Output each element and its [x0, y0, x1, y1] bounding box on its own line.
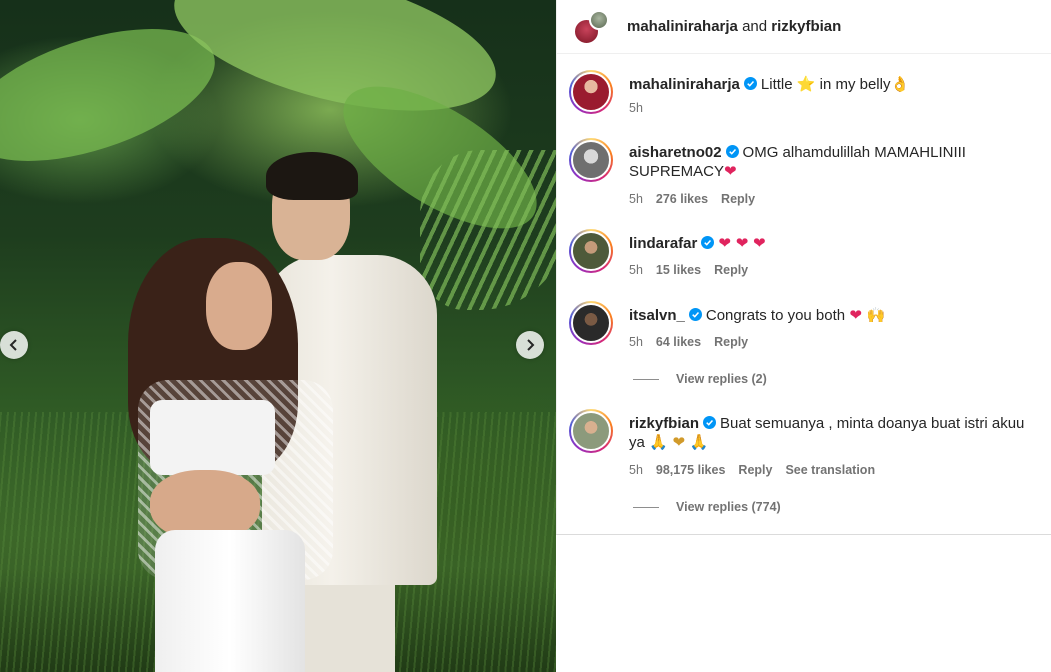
reply-button[interactable]: Reply: [738, 463, 772, 477]
pray-heart-emoji: 🙏 ❤ 🙏: [649, 433, 709, 451]
comment-meta: 5h 64 likes Reply: [629, 335, 748, 349]
reply-button[interactable]: Reply: [714, 263, 748, 277]
view-replies-button[interactable]: View replies (2): [633, 372, 767, 386]
post-header: mahaliniraharja and rizkyfbian: [557, 0, 1051, 54]
avatar[interactable]: [569, 409, 613, 453]
comment-text: lindarafar ❤ ❤ ❤: [629, 234, 1044, 253]
avatar[interactable]: [569, 229, 613, 273]
view-replies-label: View replies (774): [676, 500, 781, 514]
reply-button[interactable]: Reply: [714, 335, 748, 349]
comment-content: in my belly: [819, 76, 891, 93]
comment-text: rizkyfbian Buat semuanya , minta doanya b…: [629, 414, 1044, 452]
comment-username[interactable]: mahaliniraharja: [629, 76, 740, 93]
comment-text: itsalvn_ Congrats to you both ❤ 🙌: [629, 306, 1044, 325]
comment-content: Congrats to you both: [705, 307, 846, 324]
comment-username[interactable]: rizkyfbian: [629, 415, 699, 432]
verified-badge-icon: [725, 145, 739, 158]
woman-white-top: [150, 400, 275, 475]
comment-content: Little: [760, 76, 793, 93]
post-photo[interactable]: [0, 0, 556, 672]
comment-meta: 5h 98,175 likes Reply See translation: [629, 463, 875, 477]
star-emoji: ⭐: [796, 75, 816, 93]
comment-likes[interactable]: 15 likes: [656, 263, 701, 277]
avatar[interactable]: [589, 9, 609, 30]
verified-badge-icon: [703, 416, 717, 429]
ok-hand-emoji: 👌: [890, 75, 910, 93]
carousel-prev-button[interactable]: [0, 331, 28, 359]
comment-time[interactable]: 5h: [629, 192, 643, 206]
comment-time[interactable]: 5h: [629, 101, 643, 115]
reply-button[interactable]: Reply: [721, 192, 755, 206]
comment-username[interactable]: itsalvn_: [629, 307, 685, 324]
author-username[interactable]: rizkyfbian: [771, 18, 841, 35]
heart-emoji: ❤: [724, 162, 737, 180]
woman-face: [206, 262, 272, 350]
comment-time[interactable]: 5h: [629, 335, 643, 349]
panel-footer-area: [556, 534, 1051, 672]
verified-badge-icon: [688, 308, 702, 321]
comments-panel: mahaliniraharja and rizkyfbian mahalinir…: [556, 0, 1051, 534]
comment-likes[interactable]: 276 likes: [656, 192, 708, 206]
man-trousers: [290, 570, 395, 672]
chevron-left-icon: [9, 339, 17, 351]
author-username[interactable]: mahaliniraharja: [627, 18, 738, 35]
comment-time[interactable]: 5h: [629, 263, 643, 277]
comment-meta: 5h 276 likes Reply: [629, 192, 755, 206]
comment-likes[interactable]: 98,175 likes: [656, 463, 726, 477]
verified-badge-icon: [701, 236, 715, 249]
carousel-next-button[interactable]: [516, 331, 544, 359]
man-hair: [266, 152, 358, 200]
comment-meta: 5h: [629, 101, 643, 115]
view-replies-label: View replies (2): [676, 372, 767, 386]
see-translation-button[interactable]: See translation: [785, 463, 875, 477]
avatar[interactable]: [569, 138, 613, 182]
post-authors: mahaliniraharja and rizkyfbian: [627, 18, 841, 35]
verified-badge-icon: [743, 77, 757, 90]
comment-likes[interactable]: 64 likes: [656, 335, 701, 349]
avatar[interactable]: [569, 70, 613, 114]
collab-avatars[interactable]: [571, 6, 613, 48]
chevron-right-icon: [527, 339, 535, 351]
avatar[interactable]: [569, 301, 613, 345]
heart-emoji: ❤ ❤ ❤: [718, 234, 766, 252]
comment-text: mahaliniraharja Little ⭐ in my belly👌: [629, 75, 1044, 94]
comment-time[interactable]: 5h: [629, 463, 643, 477]
author-separator: and: [742, 18, 768, 35]
fern-leaves: [420, 150, 556, 310]
heart-emoji: ❤ 🙌: [849, 306, 886, 324]
replies-divider: [633, 506, 659, 508]
view-replies-button[interactable]: View replies (774): [633, 500, 781, 514]
comment-meta: 5h 15 likes Reply: [629, 263, 748, 277]
replies-divider: [633, 378, 659, 380]
comment-username[interactable]: aisharetno02: [629, 144, 722, 161]
woman-white-skirt: [155, 530, 305, 672]
comment-text: aisharetno02 OMG alhamdulillah MAMAHLINII…: [629, 143, 1044, 181]
comment-username[interactable]: lindarafar: [629, 235, 697, 252]
